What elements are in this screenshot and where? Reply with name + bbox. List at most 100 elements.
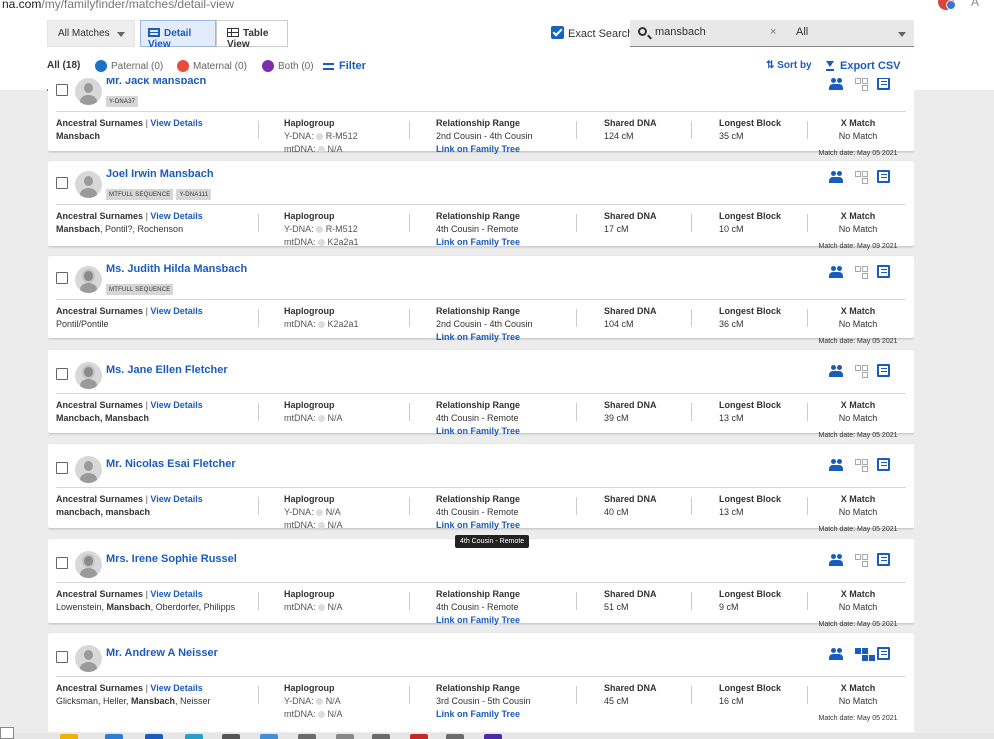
people-icon[interactable] [829, 554, 843, 566]
link-family-tree-link[interactable]: Link on Family Tree [436, 143, 533, 156]
people-icon[interactable] [829, 171, 843, 183]
taskbar-app-icon[interactable] [484, 734, 502, 739]
view-details-link[interactable]: View Details [150, 118, 202, 128]
taskbar-app-icon[interactable] [60, 734, 78, 739]
taskbar-app-icon[interactable] [145, 734, 163, 739]
link-family-tree-link[interactable]: Link on Family Tree [436, 331, 533, 344]
ancestral-surnames: Ancestral Surnames | View Details Mansba… [56, 211, 203, 234]
taskbar-app-icon[interactable] [446, 734, 464, 739]
mtdna-haplogroup: N/A [327, 602, 343, 612]
link-family-tree-link[interactable]: Link on Family Tree [436, 614, 520, 627]
avatar[interactable] [75, 456, 102, 483]
notes-icon[interactable] [877, 458, 890, 471]
avatar[interactable] [75, 362, 102, 389]
view-details-link[interactable]: View Details [150, 683, 202, 693]
search-input[interactable]: mansbach × [630, 20, 786, 47]
avatar[interactable] [75, 171, 102, 198]
select-match-checkbox[interactable] [56, 651, 68, 663]
taskbar-app-icon[interactable] [372, 734, 390, 739]
people-icon[interactable] [829, 365, 843, 377]
family-tree-icon[interactable] [855, 78, 868, 90]
select-match-checkbox[interactable] [56, 272, 68, 284]
match-date: Match date: May 05 2021 [818, 150, 898, 157]
relationship-range: 4th Cousin - Remote [436, 602, 519, 612]
link-family-tree-link[interactable]: Link on Family Tree [436, 708, 531, 721]
exact-search-checkbox[interactable]: Exact Search [551, 26, 633, 40]
select-match-checkbox[interactable] [56, 557, 68, 569]
filter-icon [323, 63, 334, 70]
link-family-tree-link[interactable]: Link on Family Tree [436, 519, 520, 532]
table-view-button[interactable]: Table View [216, 20, 288, 50]
notes-icon[interactable] [877, 170, 890, 183]
tab-all[interactable]: All (18) [47, 60, 80, 71]
notes-icon[interactable] [877, 364, 890, 377]
clear-search-icon[interactable]: × [770, 26, 776, 38]
family-tree-icon[interactable] [855, 266, 868, 278]
tab-paternal[interactable]: Paternal (0) [95, 60, 163, 72]
relationship-range: 2nd Cousin - 4th Cousin [436, 131, 533, 141]
taskbar-app-icon[interactable] [260, 734, 278, 739]
notes-icon[interactable] [877, 553, 890, 566]
link-family-tree-link[interactable]: Link on Family Tree [436, 425, 520, 438]
tab-maternal[interactable]: Maternal (0) [177, 60, 247, 72]
taskbar-app-icon[interactable] [222, 734, 240, 739]
people-icon[interactable] [829, 266, 843, 278]
matches-select[interactable]: All Matches [47, 20, 135, 47]
surname-text: Mansbach [56, 224, 101, 234]
taskbar-app-icon[interactable] [410, 734, 428, 739]
match-name-link[interactable]: Mr. Jack Mansbach [106, 78, 206, 87]
x-match-column: X Match No Match Match date: May 05 2021 [808, 305, 908, 348]
match-name-link[interactable]: Ms. Jane Ellen Fletcher [106, 364, 228, 376]
match-name-link[interactable]: Joel Irwin Mansbach [106, 168, 214, 180]
extension-icon[interactable] [938, 0, 956, 10]
view-details-link[interactable]: View Details [150, 211, 202, 221]
family-tree-icon[interactable] [855, 171, 868, 183]
people-icon[interactable] [829, 648, 843, 660]
people-icon[interactable] [829, 459, 843, 471]
tab-both[interactable]: Both (0) [262, 60, 314, 72]
avatar[interactable] [75, 266, 102, 293]
select-match-checkbox[interactable] [56, 462, 68, 474]
match-name-link[interactable]: Mrs. Irene Sophie Russel [106, 553, 237, 565]
filter-select[interactable]: All [786, 20, 914, 47]
family-tree-icon[interactable] [855, 648, 868, 660]
browser-url-bar[interactable]: na.com/my/familyfinder/matches/detail-vi… [0, 0, 994, 14]
family-tree-icon[interactable] [855, 459, 868, 471]
taskbar-app-icon[interactable] [105, 734, 123, 739]
notes-icon[interactable] [877, 265, 890, 278]
relationship-column: Relationship Range 2nd Cousin - 4th Cous… [436, 306, 533, 344]
url-text[interactable]: na.com/my/familyfinder/matches/detail-vi… [2, 0, 234, 11]
avatar[interactable] [75, 551, 102, 578]
select-match-checkbox[interactable] [56, 177, 68, 189]
avatar[interactable] [75, 78, 102, 105]
link-family-tree-link[interactable]: Link on Family Tree [436, 236, 520, 249]
account-icon[interactable]: A [971, 0, 979, 9]
avatar[interactable] [75, 645, 102, 672]
people-icon[interactable] [829, 78, 843, 90]
column-separator [409, 403, 410, 421]
taskbar-app-icon[interactable] [298, 734, 316, 739]
shared-dna-column: Shared DNA 17 cM [604, 211, 657, 234]
x-match-value: No Match [838, 224, 878, 234]
view-details-link[interactable]: View Details [150, 400, 202, 410]
notes-icon[interactable] [877, 78, 890, 90]
sort-by-button[interactable]: ⇅ Sort by [766, 60, 812, 71]
select-match-checkbox[interactable] [56, 368, 68, 380]
export-csv-button[interactable]: Export CSV [826, 60, 901, 72]
view-details-link[interactable]: View Details [150, 494, 202, 504]
match-name-link[interactable]: Ms. Judith Hilda Mansbach [106, 263, 247, 275]
filter-button[interactable]: Filter [323, 60, 366, 72]
view-details-link[interactable]: View Details [150, 589, 202, 599]
family-tree-icon[interactable] [855, 554, 868, 566]
notes-icon[interactable] [877, 647, 890, 660]
taskbar-app-icon[interactable] [185, 734, 203, 739]
match-name-link[interactable]: Mr. Andrew A Neisser [106, 647, 218, 659]
haplogroup-column: Haplogroup Y-DNA: N/A mtDNA: N/A [284, 683, 343, 719]
view-details-link[interactable]: View Details [150, 306, 202, 316]
match-name-link[interactable]: Mr. Nicolas Esai Fletcher [106, 458, 236, 470]
select-match-checkbox[interactable] [56, 84, 68, 96]
family-tree-icon[interactable] [855, 365, 868, 377]
detail-view-button[interactable]: Detail View [140, 20, 216, 50]
taskbar-app-icon[interactable] [336, 734, 354, 739]
ancestral-surnames: Ancestral Surnames | View Details Pontil… [56, 306, 203, 329]
